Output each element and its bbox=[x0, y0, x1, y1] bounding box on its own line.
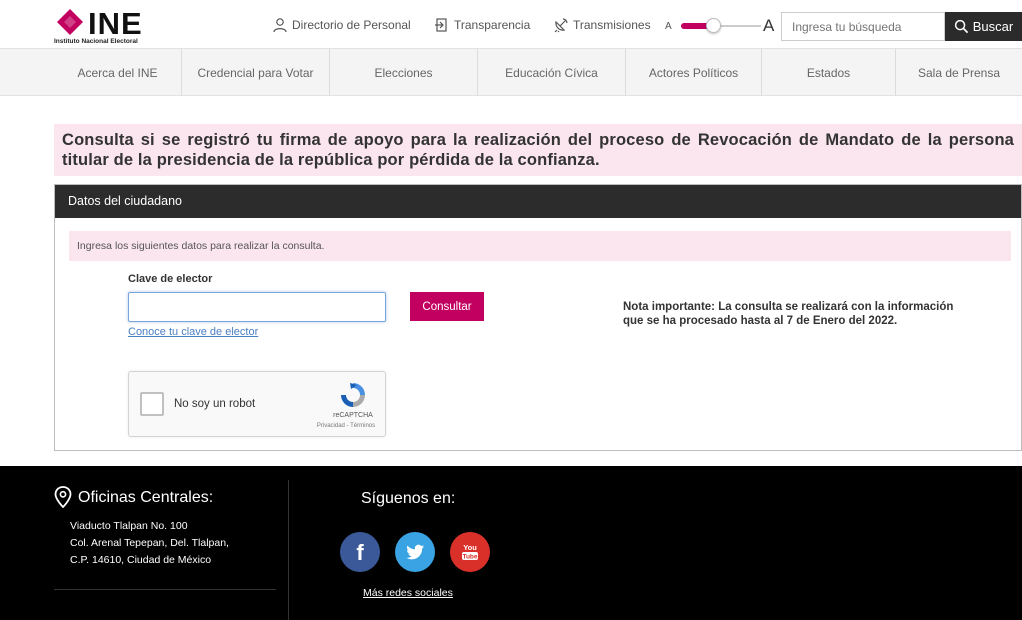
logo-subtitle: Instituto Nacional Electoral bbox=[54, 38, 138, 45]
recaptcha-widget: No soy un robot reCAPTCHA Privacidad - T… bbox=[128, 371, 386, 437]
recaptcha-brand: reCAPTCHA bbox=[333, 412, 373, 419]
location-pin-icon bbox=[54, 486, 72, 508]
more-social-link[interactable]: Más redes sociales bbox=[363, 587, 453, 599]
user-icon bbox=[273, 18, 287, 33]
svg-text:f: f bbox=[356, 540, 364, 564]
twitter-link[interactable] bbox=[395, 532, 435, 572]
address-line: C.P. 14610, Ciudad de México bbox=[70, 554, 212, 566]
top-header: INE Instituto Nacional Electoral Directo… bbox=[0, 0, 1022, 48]
address-line: Col. Arenal Tepepan, Del. Tlalpan, bbox=[70, 537, 229, 549]
directorio-label: Directorio de Personal bbox=[292, 18, 411, 32]
conoce-clave-link[interactable]: Conoce tu clave de elector bbox=[128, 326, 258, 338]
consultar-button[interactable]: Consultar bbox=[410, 292, 484, 321]
search-button-label: Buscar bbox=[972, 19, 1014, 34]
page-title: Consulta si se registró tu firma de apoy… bbox=[62, 131, 1014, 169]
nav-sala-prensa[interactable]: Sala de Prensa bbox=[896, 49, 1022, 96]
recaptcha-checkbox[interactable] bbox=[140, 392, 164, 416]
nav-actores-politicos[interactable]: Actores Políticos bbox=[626, 49, 762, 96]
important-note: Nota importante: La consulta se realizar… bbox=[623, 301, 954, 327]
site-footer: Oficinas Centrales: Viaducto Tlalpan No.… bbox=[0, 466, 1022, 620]
clave-elector-label: Clave de elector bbox=[128, 273, 213, 285]
footer-divider bbox=[288, 480, 289, 620]
office-address: Viaducto Tlalpan No. 100 Col. Arenal Tep… bbox=[70, 518, 229, 569]
follow-title: Síguenos en: bbox=[361, 490, 456, 507]
transmisiones-label: Transmisiones bbox=[573, 18, 651, 32]
recaptcha-links[interactable]: Privacidad - Términos bbox=[307, 423, 385, 429]
directorio-link[interactable]: Directorio de Personal bbox=[272, 17, 411, 33]
transparencia-label: Transparencia bbox=[454, 18, 531, 32]
recaptcha-logo-icon bbox=[341, 383, 365, 407]
citizen-data-panel: Datos del ciudadano Ingresa los siguient… bbox=[54, 184, 1022, 451]
main-nav: Acerca del INE Credencial para Votar Ele… bbox=[0, 48, 1022, 96]
ine-diamond-icon bbox=[57, 9, 83, 35]
search-icon bbox=[954, 19, 968, 34]
slider-knob[interactable] bbox=[706, 18, 721, 33]
nav-acerca[interactable]: Acerca del INE bbox=[54, 49, 182, 96]
youtube-icon: You Tube bbox=[462, 543, 478, 561]
font-size-slider[interactable]: A A bbox=[665, 15, 777, 37]
satellite-icon bbox=[554, 18, 568, 33]
font-large-label: A bbox=[763, 16, 775, 35]
youtube-link[interactable]: You Tube bbox=[450, 532, 490, 572]
panel-title: Datos del ciudadano bbox=[55, 185, 1021, 218]
search-button[interactable]: Buscar bbox=[945, 12, 1022, 41]
transmisiones-link[interactable]: Transmisiones bbox=[553, 17, 651, 33]
instructions-notice: Ingresa los siguientes datos para realiz… bbox=[69, 231, 1011, 261]
ine-logo[interactable]: INE Instituto Nacional Electoral bbox=[52, 6, 178, 46]
nav-credencial[interactable]: Credencial para Votar bbox=[182, 49, 330, 96]
nav-elecciones[interactable]: Elecciones bbox=[330, 49, 478, 96]
facebook-link[interactable]: f bbox=[340, 532, 380, 572]
footer-divider bbox=[54, 589, 276, 590]
address-line: Viaducto Tlalpan No. 100 bbox=[70, 520, 188, 532]
clave-elector-input[interactable] bbox=[128, 292, 386, 322]
search-input[interactable] bbox=[781, 12, 945, 41]
nav-estados[interactable]: Estados bbox=[762, 49, 896, 96]
twitter-icon bbox=[406, 544, 424, 560]
offices-title: Oficinas Centrales: bbox=[78, 489, 214, 506]
transparencia-link[interactable]: Transparencia bbox=[434, 17, 530, 33]
svg-text:Tube: Tube bbox=[462, 554, 477, 561]
font-small-label: A bbox=[665, 21, 672, 32]
transparency-icon bbox=[435, 18, 447, 32]
svg-text:You: You bbox=[463, 543, 477, 552]
facebook-icon: f bbox=[356, 540, 364, 564]
page-title-banner: Consulta si se registró tu firma de apoy… bbox=[54, 124, 1022, 176]
logo-word: INE bbox=[88, 6, 143, 41]
nav-educacion-civica[interactable]: Educación Cívica bbox=[478, 49, 626, 96]
recaptcha-label: No soy un robot bbox=[174, 398, 256, 410]
